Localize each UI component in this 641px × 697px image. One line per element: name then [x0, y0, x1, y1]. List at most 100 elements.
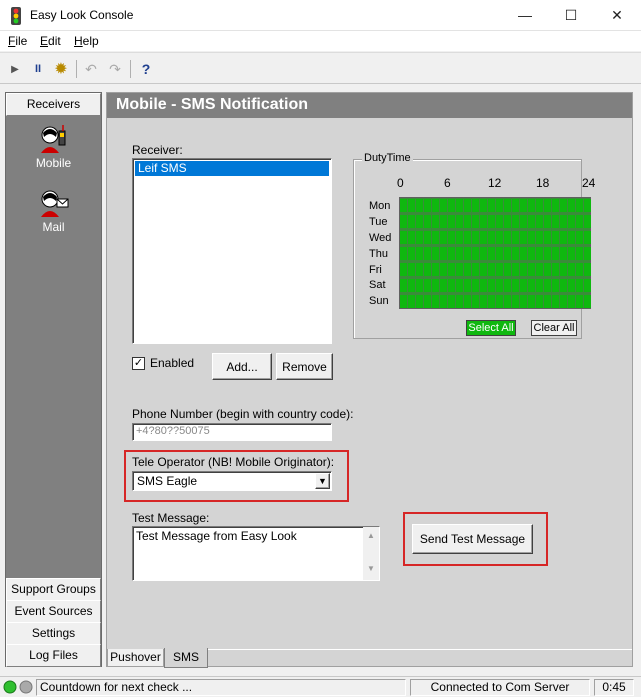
- duty-cell[interactable]: [440, 215, 447, 228]
- duty-cell[interactable]: [480, 215, 487, 228]
- duty-cell[interactable]: [432, 247, 439, 260]
- duty-cell[interactable]: [544, 215, 551, 228]
- duty-cell[interactable]: [424, 279, 431, 292]
- log-files-header[interactable]: Log Files: [6, 644, 101, 667]
- help-icon[interactable]: ?: [137, 60, 155, 78]
- duty-cell[interactable]: [512, 231, 519, 244]
- duty-cell[interactable]: [480, 199, 487, 212]
- duty-cell[interactable]: [552, 231, 559, 244]
- maximize-button[interactable]: ☐: [548, 0, 594, 30]
- duty-cell[interactable]: [416, 263, 423, 276]
- duty-cell[interactable]: [528, 231, 535, 244]
- duty-cell[interactable]: [408, 199, 415, 212]
- select-all-button[interactable]: Select All: [466, 320, 516, 336]
- duty-cell[interactable]: [584, 279, 591, 292]
- duty-cell[interactable]: [480, 263, 487, 276]
- support-groups-header[interactable]: Support Groups: [6, 578, 101, 601]
- dutytime-grid[interactable]: [399, 197, 591, 309]
- duty-cell[interactable]: [480, 279, 487, 292]
- duty-cell[interactable]: [544, 295, 551, 308]
- duty-cell[interactable]: [480, 295, 487, 308]
- duty-cell[interactable]: [424, 231, 431, 244]
- duty-cell[interactable]: [456, 279, 463, 292]
- duty-cell[interactable]: [424, 247, 431, 260]
- duty-cell[interactable]: [528, 215, 535, 228]
- remove-button[interactable]: Remove: [276, 353, 333, 380]
- settings-header[interactable]: Settings: [6, 622, 101, 645]
- enabled-checkbox[interactable]: ✓: [132, 357, 145, 370]
- duty-cell[interactable]: [416, 295, 423, 308]
- duty-cell[interactable]: [544, 263, 551, 276]
- duty-cell[interactable]: [552, 215, 559, 228]
- duty-cell[interactable]: [472, 279, 479, 292]
- duty-cell[interactable]: [480, 231, 487, 244]
- duty-cell[interactable]: [576, 247, 583, 260]
- duty-cell[interactable]: [576, 215, 583, 228]
- event-sources-header[interactable]: Event Sources: [6, 600, 101, 623]
- mobile-receiver-icon[interactable]: [37, 123, 69, 155]
- duty-cell[interactable]: [528, 263, 535, 276]
- tab-pushover[interactable]: Pushover: [107, 649, 164, 667]
- duty-cell[interactable]: [472, 215, 479, 228]
- duty-cell[interactable]: [416, 231, 423, 244]
- duty-cell[interactable]: [512, 295, 519, 308]
- duty-cell[interactable]: [576, 199, 583, 212]
- duty-cell[interactable]: [584, 215, 591, 228]
- duty-cell[interactable]: [400, 279, 407, 292]
- duty-cell[interactable]: [408, 231, 415, 244]
- duty-cell[interactable]: [496, 263, 503, 276]
- duty-cell[interactable]: [552, 247, 559, 260]
- sidebar-item-mobile[interactable]: Mobile: [6, 156, 101, 170]
- duty-cell[interactable]: [504, 279, 511, 292]
- duty-cell[interactable]: [568, 231, 575, 244]
- duty-cell[interactable]: [528, 279, 535, 292]
- menu-help[interactable]: Help: [74, 34, 99, 48]
- duty-cell[interactable]: [560, 263, 567, 276]
- operator-select[interactable]: SMS Eagle ▼: [132, 471, 332, 491]
- duty-cell[interactable]: [496, 247, 503, 260]
- duty-cell[interactable]: [544, 231, 551, 244]
- duty-cell[interactable]: [432, 231, 439, 244]
- add-button[interactable]: Add...: [212, 353, 272, 380]
- duty-cell[interactable]: [504, 247, 511, 260]
- scrollbar[interactable]: ▲ ▼: [363, 527, 379, 580]
- duty-cell[interactable]: [584, 199, 591, 212]
- duty-cell[interactable]: [504, 199, 511, 212]
- duty-cell[interactable]: [568, 279, 575, 292]
- duty-cell[interactable]: [552, 295, 559, 308]
- duty-cell[interactable]: [488, 231, 495, 244]
- duty-cell[interactable]: [488, 295, 495, 308]
- mail-receiver-icon[interactable]: [37, 187, 69, 219]
- duty-cell[interactable]: [448, 263, 455, 276]
- duty-cell[interactable]: [584, 263, 591, 276]
- duty-cell[interactable]: [400, 231, 407, 244]
- duty-cell[interactable]: [504, 263, 511, 276]
- play-icon[interactable]: ▶: [6, 60, 24, 78]
- duty-cell[interactable]: [432, 263, 439, 276]
- duty-cell[interactable]: [416, 199, 423, 212]
- duty-cell[interactable]: [400, 263, 407, 276]
- duty-cell[interactable]: [568, 199, 575, 212]
- duty-cell[interactable]: [504, 295, 511, 308]
- duty-cell[interactable]: [400, 215, 407, 228]
- duty-cell[interactable]: [528, 247, 535, 260]
- tab-sms[interactable]: SMS: [164, 648, 208, 668]
- duty-cell[interactable]: [456, 295, 463, 308]
- duty-cell[interactable]: [424, 263, 431, 276]
- duty-cell[interactable]: [472, 263, 479, 276]
- duty-cell[interactable]: [472, 295, 479, 308]
- duty-cell[interactable]: [512, 215, 519, 228]
- duty-cell[interactable]: [528, 295, 535, 308]
- duty-cell[interactable]: [440, 231, 447, 244]
- duty-cell[interactable]: [448, 279, 455, 292]
- chevron-down-icon[interactable]: ▼: [315, 473, 330, 489]
- duty-cell[interactable]: [464, 199, 471, 212]
- duty-cell[interactable]: [480, 247, 487, 260]
- duty-cell[interactable]: [576, 231, 583, 244]
- duty-cell[interactable]: [560, 247, 567, 260]
- duty-cell[interactable]: [536, 215, 543, 228]
- pause-icon[interactable]: II: [29, 60, 47, 78]
- duty-cell[interactable]: [408, 215, 415, 228]
- duty-cell[interactable]: [416, 279, 423, 292]
- duty-cell[interactable]: [584, 231, 591, 244]
